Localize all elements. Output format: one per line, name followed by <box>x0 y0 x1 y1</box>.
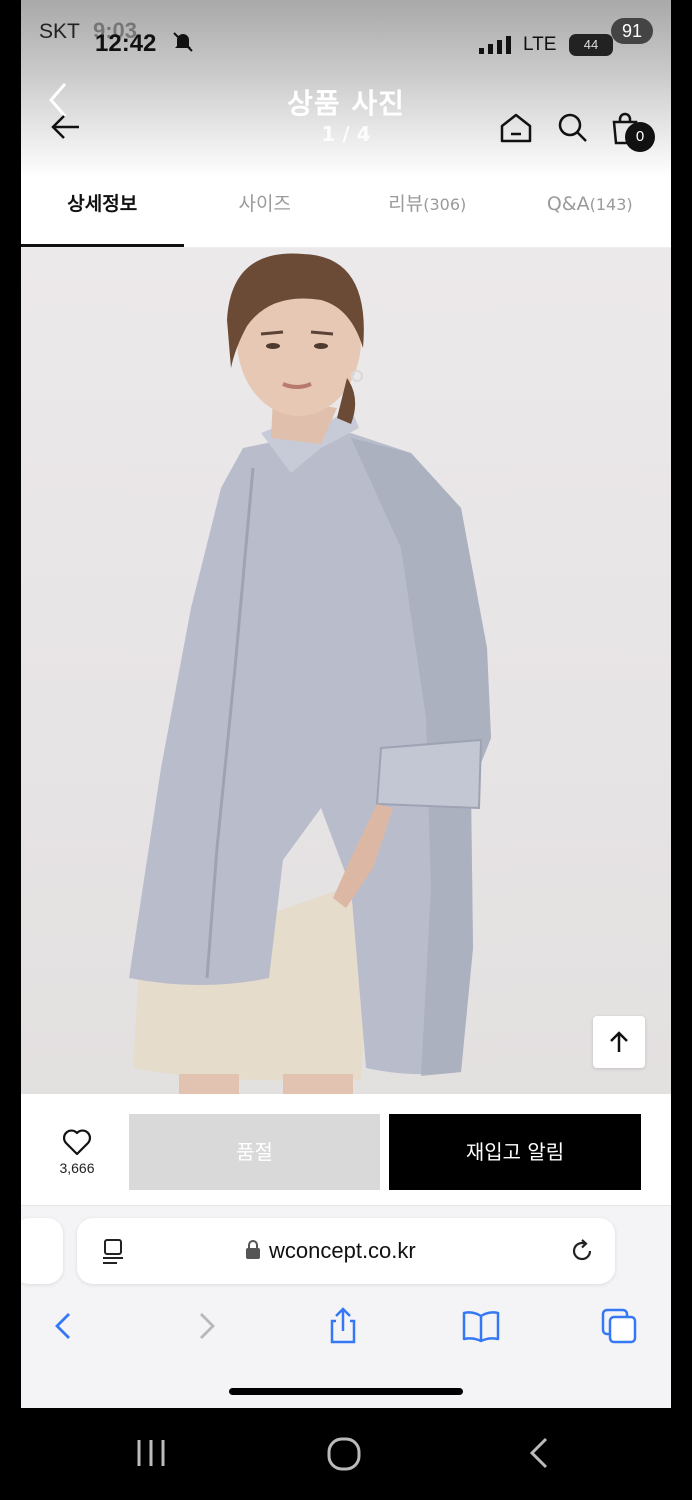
heart-icon <box>63 1129 91 1156</box>
bookmarks-icon[interactable] <box>461 1306 501 1346</box>
product-photo[interactable] <box>21 248 671 1094</box>
reader-mode-icon[interactable] <box>101 1238 127 1266</box>
tabs-icon[interactable] <box>599 1306 639 1346</box>
network-label: LTE <box>523 34 557 55</box>
tab-label: 사이즈 <box>238 193 291 215</box>
system-navigation-bar <box>0 1408 692 1500</box>
share-icon[interactable] <box>323 1306 363 1346</box>
home-indicator[interactable] <box>229 1388 463 1395</box>
tab-label: 리뷰 <box>388 193 424 215</box>
tab-label: 상세정보 <box>67 193 138 215</box>
browser-forward-icon[interactable] <box>187 1306 227 1346</box>
tab-label: Q&A <box>546 193 590 215</box>
model-illustration <box>129 253 491 1094</box>
like-button[interactable]: 3,666 <box>43 1128 111 1176</box>
purchase-bar: 3,666 품절 재입고 알림 <box>21 1094 671 1206</box>
browser-back-icon[interactable] <box>45 1306 85 1346</box>
url-text: wconcept.co.kr <box>269 1238 416 1263</box>
battery-ghost-indicator: 91 <box>611 18 653 44</box>
android-home-icon[interactable] <box>326 1436 362 1472</box>
carrier-label: SKT <box>39 20 80 43</box>
battery-indicator: 44 <box>569 34 613 56</box>
status-time: 12:42 <box>95 30 157 57</box>
phone-screen: SKT 9:03 12:42 LTE 44 91 상품 사진 1 / 4 0 상… <box>21 0 671 1408</box>
scroll-to-top-button[interactable] <box>593 1016 645 1068</box>
mute-icon <box>173 32 193 52</box>
home-icon[interactable] <box>499 112 533 144</box>
tab-qna[interactable]: Q&A(143) <box>509 178 672 247</box>
restock-alert-button[interactable]: 재입고 알림 <box>389 1114 641 1190</box>
recent-apps-icon[interactable] <box>134 1436 168 1470</box>
tab-details[interactable]: 상세정보 <box>21 178 184 247</box>
tab-count: (306) <box>423 195 467 214</box>
address-bar[interactable]: wconcept.co.kr <box>77 1218 615 1284</box>
back-arrow-icon[interactable] <box>51 112 81 142</box>
search-icon[interactable] <box>557 112 589 144</box>
browser-toolbar: wconcept.co.kr <box>21 1206 671 1408</box>
previous-tab-pill[interactable] <box>21 1218 63 1284</box>
android-back-icon[interactable] <box>522 1436 556 1470</box>
arrow-up-icon <box>610 1031 628 1052</box>
sold-out-button[interactable]: 품절 <box>129 1114 380 1190</box>
lock-icon <box>246 1240 260 1259</box>
reload-icon[interactable] <box>569 1238 595 1264</box>
tab-size[interactable]: 사이즈 <box>184 178 347 247</box>
like-count: 3,666 <box>59 1160 95 1176</box>
cart-count-badge: 0 <box>625 122 655 152</box>
tab-count: (143) <box>589 195 633 214</box>
product-tabs: 상세정보 사이즈 리뷰(306) Q&A(143) <box>21 178 671 248</box>
signal-icon <box>479 36 511 54</box>
tab-reviews[interactable]: 리뷰(306) <box>346 178 509 247</box>
